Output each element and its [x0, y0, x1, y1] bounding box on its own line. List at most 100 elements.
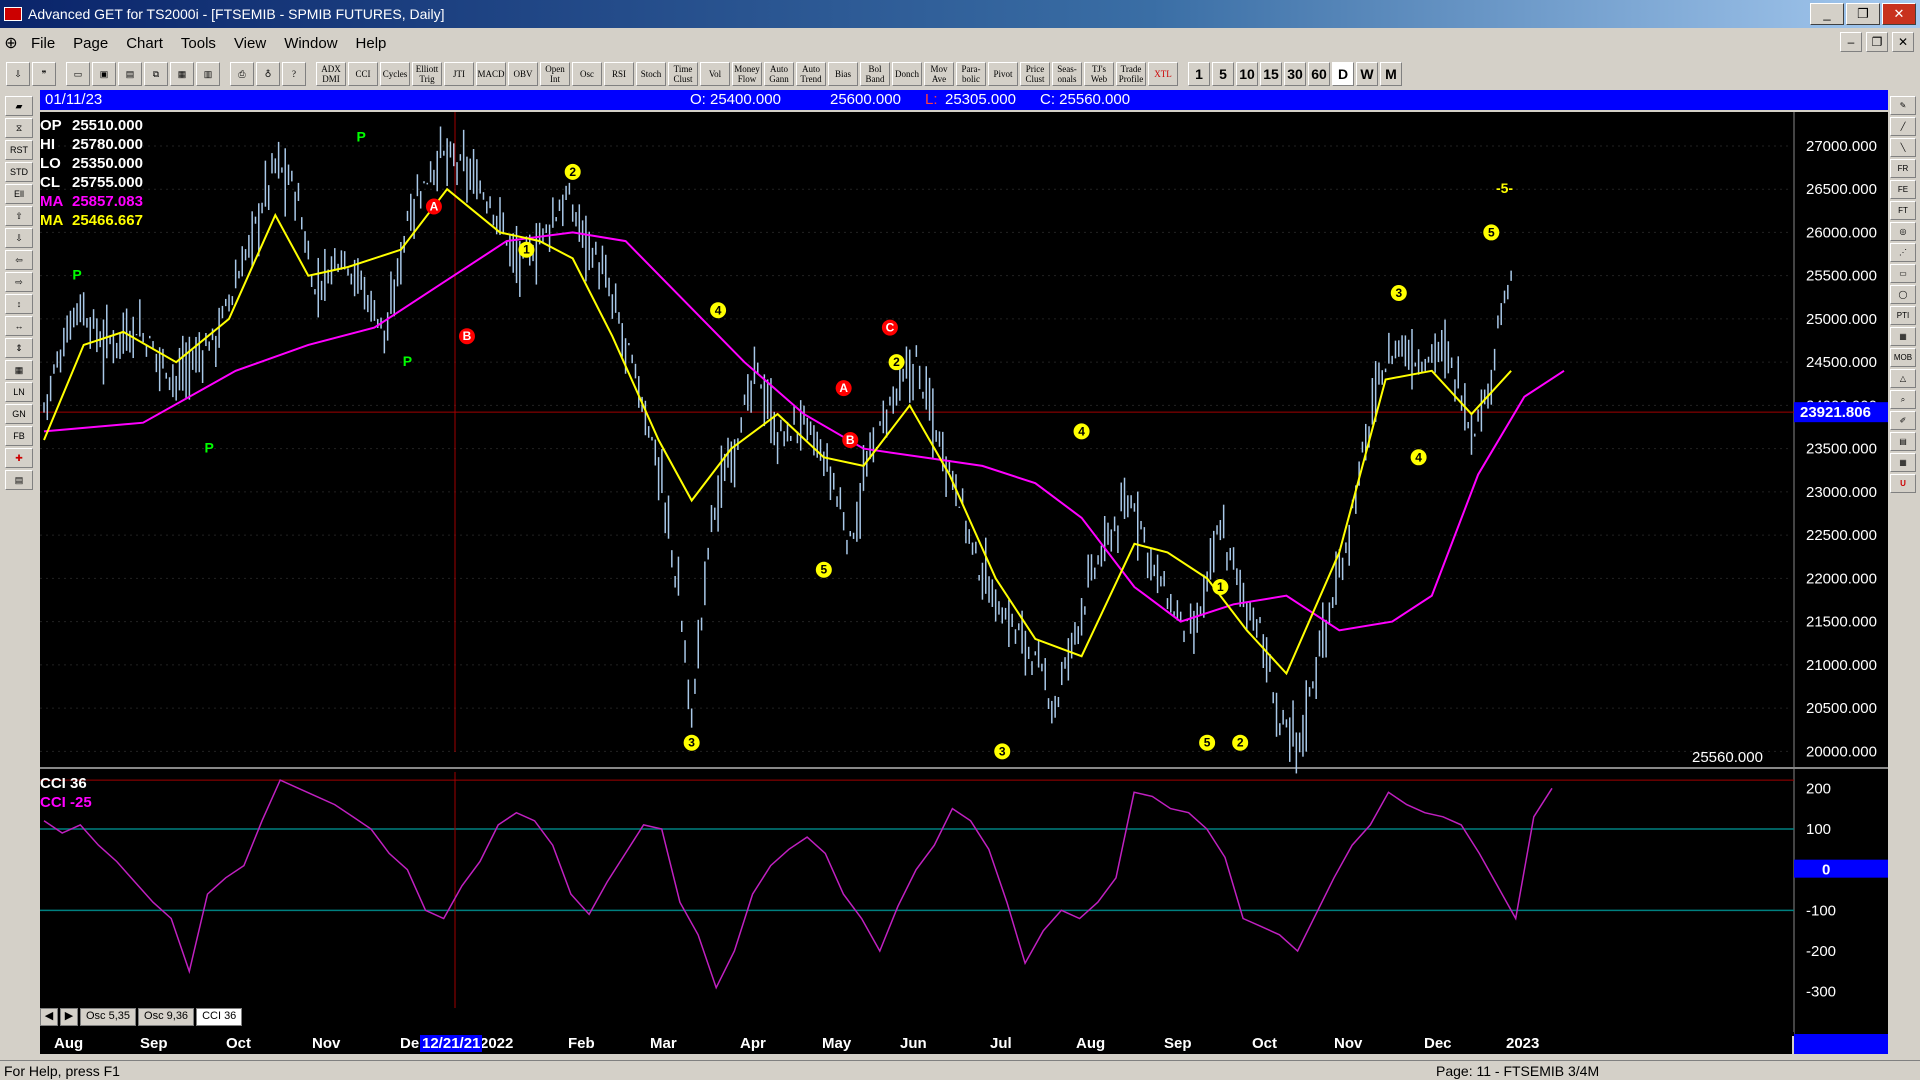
study-button-time-clust[interactable]: Time Clust — [668, 62, 698, 86]
new-page-icon[interactable]: ▭ — [66, 62, 90, 86]
arrow-left-icon[interactable]: ⇦ — [5, 250, 33, 270]
mob-icon[interactable]: MOB — [1890, 348, 1916, 367]
tab-prev-arrow[interactable]: ◀ — [40, 1008, 58, 1026]
study-button-money-flow[interactable]: Money Flow — [732, 62, 762, 86]
fib-ext-icon[interactable]: FE — [1890, 180, 1916, 199]
box-tool-icon[interactable]: ▭ — [1890, 264, 1916, 283]
study-icon[interactable]: STD — [5, 162, 33, 182]
study-button-adx-dmi[interactable]: ADX DMI — [316, 62, 346, 86]
timeframe-button-1[interactable]: 1 — [1188, 62, 1210, 86]
calendar-icon[interactable]: ▦ — [1890, 453, 1916, 472]
bar-spacing-icon[interactable]: ↕ — [5, 294, 33, 314]
menu-window[interactable]: Window — [275, 35, 346, 52]
save-icon[interactable]: ▤ — [118, 62, 142, 86]
study-button-vol[interactable]: Vol — [700, 62, 730, 86]
study-button-mov-ave[interactable]: Mov Ave — [924, 62, 954, 86]
study-button-donch[interactable]: Donch — [892, 62, 922, 86]
timeframe-button-10[interactable]: 10 — [1236, 62, 1258, 86]
study-button-osc[interactable]: Osc — [572, 62, 602, 86]
fib-ret-icon[interactable]: FR — [1890, 159, 1916, 178]
ellipse-tool-icon[interactable]: ◯ — [1890, 285, 1916, 304]
compress-icon[interactable]: ⧖ — [5, 118, 33, 138]
doc-icon[interactable]: ⊕ — [0, 33, 22, 53]
study-button-bias[interactable]: Bias — [828, 62, 858, 86]
timeframe-button-d[interactable]: D — [1332, 62, 1354, 86]
minimize-button[interactable]: _ — [1810, 3, 1844, 25]
tab-osc-5-35[interactable]: Osc 5,35 — [80, 1008, 137, 1026]
maximize-button[interactable]: ❐ — [1846, 3, 1880, 25]
arrow-down-icon[interactable]: ⇩ — [5, 228, 33, 248]
quote-tool-icon[interactable]: ❞ — [32, 62, 56, 86]
study-button-cci[interactable]: CCI — [348, 62, 378, 86]
study-button-open-int[interactable]: Open Int — [540, 62, 570, 86]
print-icon[interactable]: ⎙ — [230, 62, 254, 86]
grid-icon[interactable]: ▦ — [170, 62, 194, 86]
timeframe-button-w[interactable]: W — [1356, 62, 1378, 86]
study-button-bol-band[interactable]: Bol Band — [860, 62, 890, 86]
undo-icon[interactable]: U — [1890, 474, 1916, 493]
menu-tools[interactable]: Tools — [172, 35, 225, 52]
study-button-elliott-trig[interactable]: Elliott Trig — [412, 62, 442, 86]
open-icon[interactable]: ▣ — [92, 62, 116, 86]
menu-file[interactable]: File — [22, 35, 64, 52]
crosshair-icon[interactable]: ✚ — [5, 448, 33, 468]
close-button[interactable]: ✕ — [1882, 3, 1916, 25]
tile-icon[interactable]: ▥ — [196, 62, 220, 86]
study-button-seas-onals[interactable]: Seas-onals — [1052, 62, 1082, 86]
study-button-jti[interactable]: JTI — [444, 62, 474, 86]
tab-cci-36[interactable]: CCI 36 — [196, 1008, 243, 1026]
study-button-macd[interactable]: MACD — [476, 62, 506, 86]
study-button-xtl[interactable]: XTL — [1148, 62, 1178, 86]
lines-icon[interactable]: LN — [5, 382, 33, 402]
cursor-tool-icon[interactable]: ⇩ — [6, 62, 30, 86]
notes-icon[interactable]: ▤ — [5, 470, 33, 490]
fib-icon[interactable]: FB — [5, 426, 33, 446]
arrow-up-icon[interactable]: ⇧ — [5, 206, 33, 226]
copy-icon[interactable]: ⧉ — [144, 62, 168, 86]
hint-icon[interactable]: ♁ — [256, 62, 280, 86]
chart-area[interactable]: 20000.000 20500.000 21000.000 21500.000 2200… — [40, 112, 1888, 1036]
study-button-pivot[interactable]: Pivot — [988, 62, 1018, 86]
study-button-auto-trend[interactable]: Auto Trend — [796, 62, 826, 86]
line-tool-icon[interactable]: ╲ — [1890, 138, 1916, 157]
fan-tool-icon[interactable]: ⋰ — [1890, 243, 1916, 262]
mdi-minimize-button[interactable]: – — [1840, 32, 1862, 52]
timeframe-button-60[interactable]: 60 — [1308, 62, 1330, 86]
study-button-tj-s-web[interactable]: TJ's Web — [1084, 62, 1114, 86]
menu-page[interactable]: Page — [64, 35, 117, 52]
pen-icon[interactable]: ✐ — [1890, 411, 1916, 430]
timeframe-button-15[interactable]: 15 — [1260, 62, 1282, 86]
grid-toggle-icon[interactable]: ▦ — [5, 360, 33, 380]
study-button-obv[interactable]: OBV — [508, 62, 538, 86]
study-button-para-bolic[interactable]: Para-bolic — [956, 62, 986, 86]
mdi-restore-button[interactable]: ❐ — [1866, 32, 1888, 52]
pencil-icon[interactable]: ✎ — [1890, 96, 1916, 115]
folder-icon[interactable]: ▰ — [5, 96, 33, 116]
menu-chart[interactable]: Chart — [117, 35, 172, 52]
list-icon[interactable]: ▤ — [1890, 432, 1916, 451]
menu-view[interactable]: View — [225, 35, 275, 52]
study-button-rsi[interactable]: RSI — [604, 62, 634, 86]
fib-time-icon[interactable]: FT — [1890, 201, 1916, 220]
study-button-price-clust[interactable]: Price Clust — [1020, 62, 1050, 86]
reset-icon[interactable]: RST — [5, 140, 33, 160]
expand-icon[interactable]: ↔ — [5, 316, 33, 336]
grid-tool-icon[interactable]: ▦ — [1890, 327, 1916, 346]
brush-icon[interactable]: ╱ — [1890, 117, 1916, 136]
timeframe-button-m[interactable]: M — [1380, 62, 1402, 86]
circle-tool-icon[interactable]: ◎ — [1890, 222, 1916, 241]
tab-next-arrow[interactable]: ▶ — [60, 1008, 78, 1026]
elliott-icon[interactable]: Ell — [5, 184, 33, 204]
study-button-cycles[interactable]: Cycles — [380, 62, 410, 86]
arrow-right-icon[interactable]: ⇨ — [5, 272, 33, 292]
pti-icon[interactable]: PTI — [1890, 306, 1916, 325]
help-cursor-icon[interactable]: ? — [282, 62, 306, 86]
triangle-icon[interactable]: △ — [1890, 369, 1916, 388]
study-button-trade-profile[interactable]: Trade Profile — [1116, 62, 1146, 86]
tab-osc-9-36[interactable]: Osc 9,36 — [138, 1008, 195, 1026]
menu-help[interactable]: Help — [347, 35, 396, 52]
timeframe-button-5[interactable]: 5 — [1212, 62, 1234, 86]
gann-icon[interactable]: GN — [5, 404, 33, 424]
timeframe-button-30[interactable]: 30 — [1284, 62, 1306, 86]
price-chart[interactable]: 20000.00020500.00021000.00021500.0002200… — [40, 112, 1888, 1036]
